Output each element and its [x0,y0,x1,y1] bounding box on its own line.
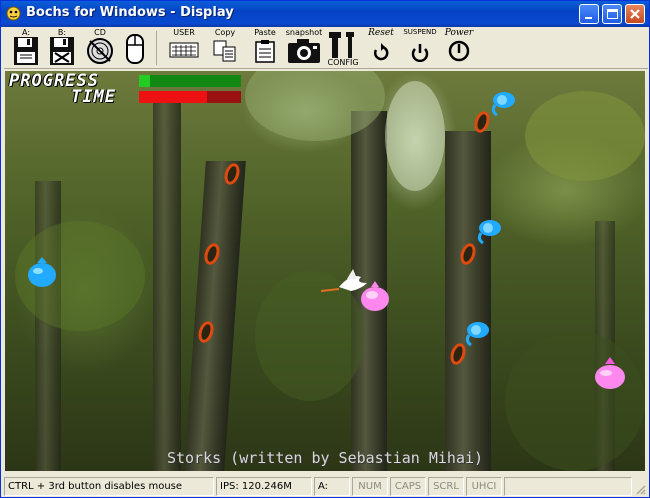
suspend-icon [411,44,429,62]
reset-icon [374,43,389,61]
baby-bundle-cyan [477,220,501,245]
wrench-icon [329,32,354,58]
baby-bundle-pink [595,357,625,389]
minimize-button[interactable] [579,4,599,24]
status-drive: A: [314,477,350,496]
mouse-icon [126,34,144,64]
snapshot-button[interactable]: snapshot [284,28,324,68]
status-hint: CTRL + 3rd button disables mouse [4,477,214,496]
title-bar[interactable]: Bochs for Windows - Display [1,1,649,27]
suspend-label: SUSPEND [403,28,437,36]
status-extra [504,477,632,496]
copy-icon [213,40,236,62]
status-caps: CAPS [390,477,426,496]
keyboard-icon [169,42,199,58]
baby-bundle-cyan [28,257,56,287]
power-icon [448,40,470,62]
reset-button[interactable]: Reset [364,28,398,68]
close-button[interactable] [625,4,645,24]
sky-gap [385,81,445,191]
status-bar: CTRL + 3rd button disables mouse IPS: 12… [4,475,648,497]
floppy-a-icon [14,37,38,65]
copy-button[interactable]: Copy [210,28,240,68]
bochs-window: Bochs for Windows - Display A: B: CD USE… [0,0,650,498]
game-screen[interactable]: PROGRESS TIME Storks (written by Sebasti… [5,71,645,471]
snapshot-label: snapshot [285,28,323,37]
minimize-icon [585,17,592,19]
power-label: Power [444,28,474,38]
cdrom-label: CD [94,28,106,37]
progress-bar [139,75,241,87]
time-bar-fill [139,91,208,103]
tree-trunk [445,131,491,471]
time-label: TIME [71,87,116,107]
status-scrl: SCRL [428,477,464,496]
paste-button[interactable]: Paste [250,28,280,68]
foliage [525,91,645,181]
window-title: Bochs for Windows - Display [26,5,234,20]
user-button[interactable]: USER [168,28,200,68]
maximize-icon [607,9,618,19]
time-bar [139,91,241,103]
resize-grip-icon[interactable] [634,483,646,495]
game-credit: Storks (written by Sebastian Mihai) [166,449,484,467]
copy-label: Copy [214,28,236,37]
tree-trunk [184,161,246,471]
maximize-button[interactable] [602,4,622,24]
paste-icon [255,40,275,63]
config-button[interactable]: CONFIG [326,28,360,68]
close-icon [630,9,640,19]
suspend-button[interactable]: SUSPEND [402,28,438,68]
cdrom-button[interactable]: CD [84,28,116,68]
progress-bar-fill [139,75,151,87]
config-label: CONFIG [327,58,359,67]
status-uhci: UHCI [466,477,502,496]
cdrom-icon [87,38,113,64]
baby-bundle-cyan [491,92,515,117]
toolbar-separator [156,31,157,65]
toolbar: A: B: CD USER Copy Paste snapshot CONFIG… [4,27,648,69]
baby-bundle-cyan [465,322,489,347]
camera-icon [288,39,320,63]
user-label: USER [173,28,195,37]
floppy-b-button[interactable]: B: [46,28,78,68]
stork-player[interactable] [321,269,395,319]
reset-label: Reset [368,28,394,38]
mouse-toggle-button[interactable] [120,28,150,68]
floppy-b-icon [50,37,74,65]
bochs-app-icon [6,6,21,21]
tree-trunk [153,101,181,471]
paste-label: Paste [254,28,276,37]
status-num: NUM [352,477,388,496]
power-button[interactable]: Power [442,28,476,68]
status-ips: IPS: 120.246M [216,477,312,496]
floppy-a-button[interactable]: A: [10,28,42,68]
